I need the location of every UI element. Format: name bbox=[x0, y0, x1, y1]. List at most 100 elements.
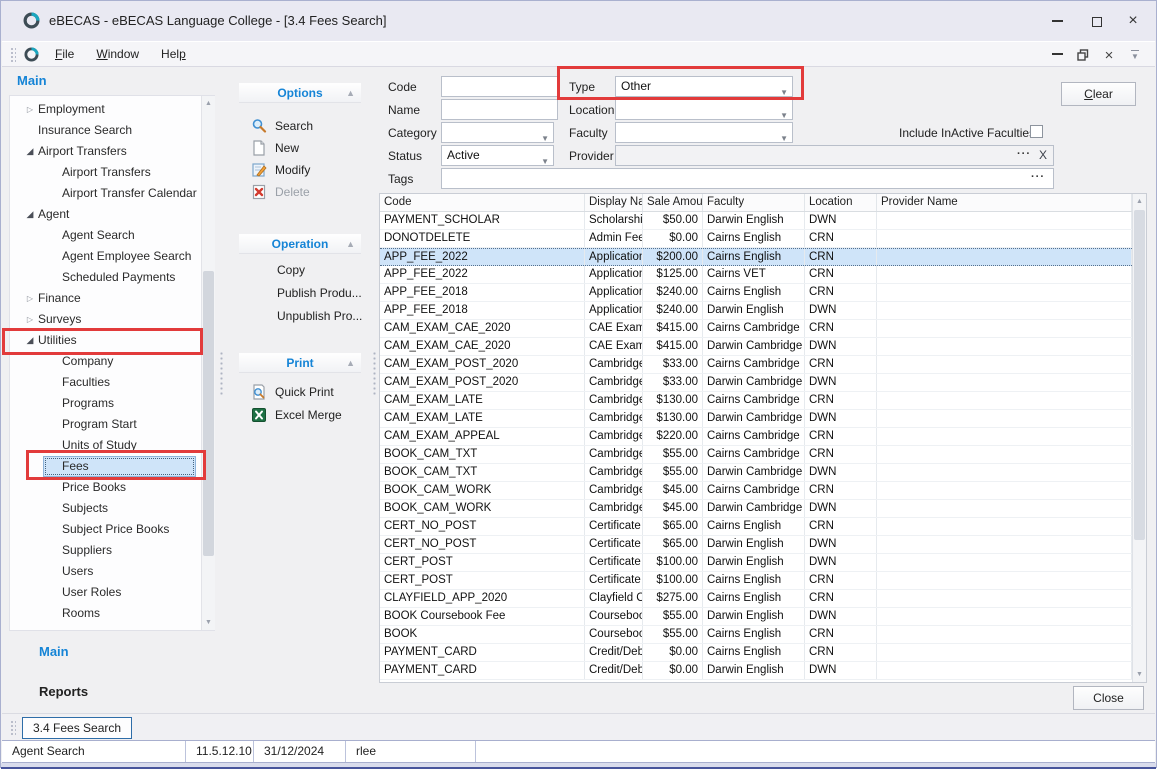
tree-item-utilities[interactable]: ◢Utilities bbox=[10, 330, 200, 351]
expand-icon[interactable]: ▷ bbox=[22, 288, 38, 309]
quick-print-action[interactable]: Quick Print bbox=[251, 381, 334, 403]
collapse-caret-icon[interactable]: ▲ bbox=[346, 83, 355, 103]
ellipsis-lookup-icon[interactable]: ··· bbox=[1031, 171, 1045, 183]
table-row[interactable]: CAM_EXAM_POST_2020Cambridge$33.00Darwin … bbox=[380, 374, 1146, 392]
copy-action[interactable]: Copy bbox=[277, 259, 305, 281]
collapse-caret-icon[interactable]: ▲ bbox=[346, 234, 355, 254]
status-select[interactable]: Active▼ bbox=[441, 145, 554, 166]
type-select[interactable]: Other▼ bbox=[615, 76, 793, 97]
operation-panel-header[interactable]: Operation▲ bbox=[239, 234, 361, 254]
tree-item-price-books[interactable]: Price Books bbox=[10, 477, 200, 498]
tree-item-finance[interactable]: ▷Finance bbox=[10, 288, 200, 309]
table-row[interactable]: BOOK_CAM_WORKCambridge$45.00Cairns Cambr… bbox=[380, 482, 1146, 500]
faculty-select[interactable]: ▼ bbox=[615, 122, 793, 143]
table-row[interactable]: BOOK_CAM_TXTCambridge$55.00Cairns Cambri… bbox=[380, 446, 1146, 464]
tabbar-grip[interactable] bbox=[10, 720, 16, 736]
table-row[interactable]: APP_FEE_2022Application$200.00Cairns Eng… bbox=[380, 248, 1146, 266]
tab-fees-search[interactable]: 3.4 Fees Search bbox=[22, 717, 132, 739]
tree-item-program-start[interactable]: Program Start bbox=[10, 414, 200, 435]
tree-item-subject-price-books[interactable]: Subject Price Books bbox=[10, 519, 200, 540]
minimize-button[interactable] bbox=[1043, 9, 1071, 33]
table-row[interactable]: PAYMENT_CARDCredit/Debi$0.00Cairns Engli… bbox=[380, 644, 1146, 662]
table-scroll-thumb[interactable] bbox=[1134, 210, 1145, 540]
table-row[interactable]: PAYMENT_CARDCredit/Debi$0.00Darwin Engli… bbox=[380, 662, 1146, 680]
scroll-up-icon[interactable]: ▲ bbox=[1133, 195, 1146, 208]
collapse-caret-icon[interactable]: ▲ bbox=[346, 353, 355, 373]
table-row[interactable]: CAM_EXAM_APPEALCambridge$220.00Cairns Ca… bbox=[380, 428, 1146, 446]
tree-item-fees[interactable]: Fees bbox=[10, 456, 200, 477]
tree-item-suppliers[interactable]: Suppliers bbox=[10, 540, 200, 561]
tree-item-airport-transfers[interactable]: ◢Airport Transfers bbox=[10, 141, 200, 162]
tree-item-programs[interactable]: Programs bbox=[10, 393, 200, 414]
splitter-handle[interactable] bbox=[219, 351, 225, 395]
maximize-button[interactable] bbox=[1083, 9, 1111, 33]
tree-item-employment[interactable]: ▷Employment bbox=[10, 99, 200, 120]
new-action[interactable]: New bbox=[251, 137, 299, 159]
collapse-icon[interactable]: ◢ bbox=[22, 141, 38, 162]
close-button[interactable]: Close bbox=[1073, 686, 1144, 710]
collapse-icon[interactable]: ◢ bbox=[22, 204, 38, 225]
tags-input[interactable]: ··· bbox=[441, 168, 1054, 189]
nav-scroll-thumb[interactable] bbox=[203, 271, 214, 556]
mdi-minimize-button[interactable] bbox=[1047, 46, 1067, 64]
table-row[interactable]: PAYMENT_SCHOLARScholarship$50.00Darwin E… bbox=[380, 212, 1146, 230]
tree-item-subjects[interactable]: Subjects bbox=[10, 498, 200, 519]
table-row[interactable]: BOOKCoursebool$55.00Cairns EnglishCRN bbox=[380, 626, 1146, 644]
nav-tree-scrollbar[interactable]: ▲ ▼ bbox=[201, 96, 215, 630]
unpublish-pro-action[interactable]: Unpublish Pro... bbox=[277, 305, 362, 327]
clear-button[interactable]: Clear bbox=[1061, 82, 1136, 106]
tree-item-user-roles[interactable]: User Roles bbox=[10, 582, 200, 603]
table-row[interactable]: CAM_EXAM_CAE_2020CAE Exam I$415.00Darwin… bbox=[380, 338, 1146, 356]
tree-item-scheduled-payments[interactable]: Scheduled Payments bbox=[10, 267, 200, 288]
column-header-provider-name[interactable]: Provider Name bbox=[877, 194, 1132, 211]
table-row[interactable]: CAM_EXAM_LATECambridge$130.00Cairns Camb… bbox=[380, 392, 1146, 410]
column-header-location[interactable]: Location bbox=[805, 194, 877, 211]
tree-item-insurance-search[interactable]: Insurance Search bbox=[10, 120, 200, 141]
publish-produ-action[interactable]: Publish Produ... bbox=[277, 282, 362, 304]
menu-item-file[interactable]: File bbox=[46, 44, 83, 64]
tree-item-agent[interactable]: ◢Agent bbox=[10, 204, 200, 225]
excel-merge-action[interactable]: Excel Merge bbox=[251, 404, 342, 426]
tree-item-surveys[interactable]: ▷Surveys bbox=[10, 309, 200, 330]
table-row[interactable]: BOOK_CAM_WORKCambridge$45.00Darwin Cambr… bbox=[380, 500, 1146, 518]
print-panel-header[interactable]: Print▲ bbox=[239, 353, 361, 373]
table-row[interactable]: DONOTDELETEAdmin Fee$0.00Cairns EnglishC… bbox=[380, 230, 1146, 248]
column-header-sale-amount[interactable]: Sale Amount bbox=[643, 194, 703, 211]
table-row[interactable]: BOOK_CAM_TXTCambridge$55.00Darwin Cambri… bbox=[380, 464, 1146, 482]
mdi-restore-button[interactable] bbox=[1073, 46, 1093, 64]
mdi-close-button[interactable]: × bbox=[1099, 46, 1119, 64]
column-header-code[interactable]: Code bbox=[380, 194, 585, 211]
scroll-down-icon[interactable]: ▼ bbox=[202, 616, 215, 629]
tree-item-agent-employee-search[interactable]: Agent Employee Search bbox=[10, 246, 200, 267]
expand-icon[interactable]: ▷ bbox=[22, 99, 38, 120]
table-row[interactable]: CERT_POSTCertificate$100.00Cairns Englis… bbox=[380, 572, 1146, 590]
table-row[interactable]: APP_FEE_2018Application$240.00Darwin Eng… bbox=[380, 302, 1146, 320]
table-scrollbar[interactable]: ▲ ▼ bbox=[1132, 194, 1146, 682]
table-row[interactable]: APP_FEE_2022Application$125.00Cairns VET… bbox=[380, 266, 1146, 284]
delete-action[interactable]: Delete bbox=[251, 181, 310, 203]
nav-group-reports[interactable]: Reports bbox=[39, 684, 88, 699]
modify-action[interactable]: Modify bbox=[251, 159, 310, 181]
table-row[interactable]: CAM_EXAM_LATECambridge$130.00Darwin Camb… bbox=[380, 410, 1146, 428]
menu-item-help[interactable]: Help bbox=[152, 44, 195, 64]
tree-item-faculties[interactable]: Faculties bbox=[10, 372, 200, 393]
tree-item-airport-transfer-calendar[interactable]: Airport Transfer Calendar bbox=[10, 183, 200, 204]
search-action[interactable]: Search bbox=[251, 115, 313, 137]
table-row[interactable]: APP_FEE_2018Application$240.00Cairns Eng… bbox=[380, 284, 1146, 302]
column-header-faculty[interactable]: Faculty bbox=[703, 194, 805, 211]
tree-item-rooms[interactable]: Rooms bbox=[10, 603, 200, 624]
tree-item-users[interactable]: Users bbox=[10, 561, 200, 582]
toolbar-grip[interactable] bbox=[10, 47, 16, 63]
tree-item-units-of-study[interactable]: Units of Study bbox=[10, 435, 200, 456]
table-row[interactable]: CAM_EXAM_POST_2020Cambridge$33.00Cairns … bbox=[380, 356, 1146, 374]
mdi-dropdown-button[interactable]: ▼ bbox=[1125, 46, 1145, 64]
ellipsis-lookup-icon[interactable]: ··· bbox=[1017, 148, 1031, 160]
table-row[interactable]: CLAYFIELD_APP_2020Clayfield Cc$275.00Cai… bbox=[380, 590, 1146, 608]
tree-item-company[interactable]: Company bbox=[10, 351, 200, 372]
table-row[interactable]: CERT_POSTCertificate$100.00Darwin Englis… bbox=[380, 554, 1146, 572]
table-row[interactable]: CAM_EXAM_CAE_2020CAE Exam I$415.00Cairns… bbox=[380, 320, 1146, 338]
expand-icon[interactable]: ▷ bbox=[22, 309, 38, 330]
close-window-button[interactable]: × bbox=[1119, 9, 1147, 33]
category-select[interactable]: ▼ bbox=[441, 122, 554, 143]
menu-item-window[interactable]: Window bbox=[87, 44, 148, 64]
